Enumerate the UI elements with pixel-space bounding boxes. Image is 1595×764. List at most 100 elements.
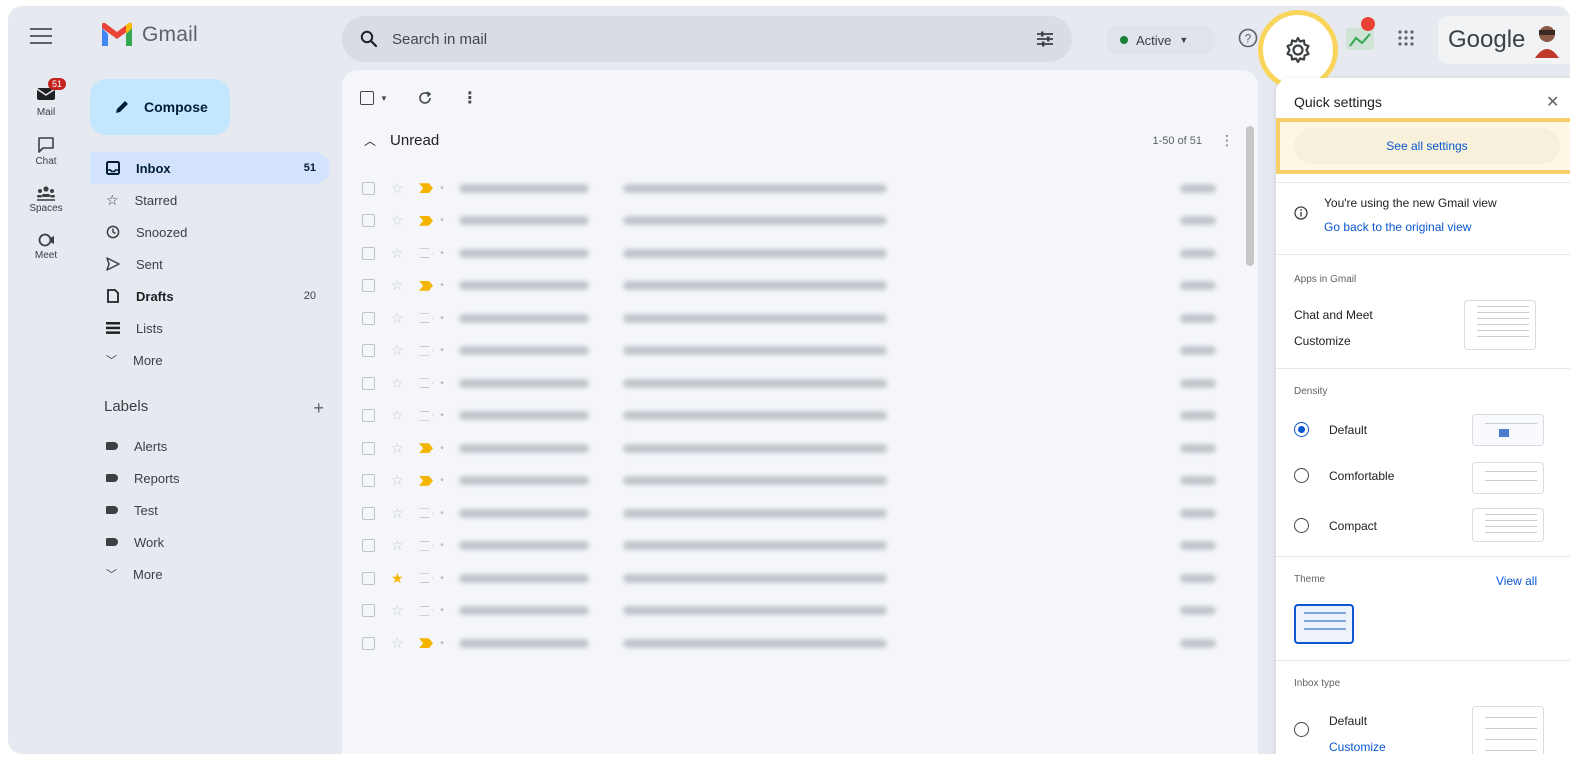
important-marker-icon[interactable] xyxy=(419,540,433,551)
table-row[interactable]: ☆ • xyxy=(342,367,1234,400)
rail-spaces[interactable]: Spaces xyxy=(18,185,74,214)
star-icon[interactable]: ☆ xyxy=(391,505,405,522)
compose-button[interactable]: Compose xyxy=(90,79,230,135)
rail-meet[interactable]: Meet xyxy=(18,232,74,261)
see-all-settings-button[interactable]: See all settings xyxy=(1294,128,1560,164)
radio-unselected[interactable] xyxy=(1294,722,1309,737)
row-checkbox[interactable] xyxy=(362,571,375,585)
nav-sent[interactable]: Sent xyxy=(90,248,330,280)
important-marker-icon[interactable] xyxy=(419,248,433,259)
nav-drafts[interactable]: Drafts 20 xyxy=(90,280,330,312)
star-icon[interactable]: ☆ xyxy=(391,212,405,229)
table-row[interactable]: ☆ • xyxy=(342,237,1234,270)
row-checkbox[interactable] xyxy=(362,441,375,455)
label-item-alerts[interactable]: Alerts xyxy=(90,430,330,462)
table-row[interactable]: ☆ • xyxy=(342,172,1234,205)
table-row[interactable]: ☆ • xyxy=(342,595,1234,628)
row-checkbox[interactable] xyxy=(362,506,375,520)
density-option-default[interactable]: Default xyxy=(1294,422,1367,437)
table-row[interactable]: ☆ • xyxy=(342,205,1234,238)
row-checkbox[interactable] xyxy=(362,474,375,488)
important-marker-icon[interactable] xyxy=(419,183,433,194)
important-marker-icon[interactable] xyxy=(419,573,433,584)
star-icon[interactable]: ☆ xyxy=(391,180,405,197)
star-icon[interactable]: ☆ xyxy=(391,245,405,262)
important-marker-icon[interactable] xyxy=(419,313,433,324)
refresh-icon[interactable] xyxy=(418,91,432,105)
row-checkbox[interactable] xyxy=(362,344,375,358)
add-label-icon[interactable]: + xyxy=(313,398,324,419)
star-icon[interactable]: ☆ xyxy=(391,440,405,457)
nav-inbox[interactable]: Inbox 51 xyxy=(90,152,330,184)
important-marker-icon[interactable] xyxy=(419,280,433,291)
original-view-link[interactable]: Go back to the original view xyxy=(1324,220,1497,234)
star-icon[interactable]: ☆ xyxy=(391,537,405,554)
google-account-button[interactable]: Google xyxy=(1438,16,1570,64)
important-marker-icon[interactable] xyxy=(419,378,433,389)
inbox-type-default[interactable]: Default Customize xyxy=(1294,714,1386,754)
theme-thumbnail[interactable] xyxy=(1294,604,1354,644)
star-icon[interactable]: ☆ xyxy=(391,277,405,294)
row-checkbox[interactable] xyxy=(362,214,375,228)
table-row[interactable]: ☆ • xyxy=(342,497,1234,530)
density-default-thumbnail[interactable] xyxy=(1472,414,1544,446)
important-marker-icon[interactable] xyxy=(419,605,433,616)
density-compact-thumbnail[interactable] xyxy=(1472,508,1544,542)
nav-lists[interactable]: Lists xyxy=(90,312,330,344)
status-selector[interactable]: Active ▼ xyxy=(1106,25,1216,55)
star-icon[interactable]: ☆ xyxy=(391,375,405,392)
row-checkbox[interactable] xyxy=(362,181,375,195)
inbox-customize-link[interactable]: Customize xyxy=(1329,740,1386,754)
search-icon[interactable] xyxy=(360,30,378,48)
important-marker-icon[interactable] xyxy=(419,215,433,226)
row-checkbox[interactable] xyxy=(362,636,375,650)
row-checkbox[interactable] xyxy=(362,539,375,553)
row-checkbox[interactable] xyxy=(362,409,375,423)
search-input[interactable]: Search in mail xyxy=(392,31,1036,48)
density-option-compact[interactable]: Compact xyxy=(1294,518,1377,533)
density-comfortable-thumbnail[interactable] xyxy=(1472,462,1544,494)
table-row[interactable]: ☆ • xyxy=(342,400,1234,433)
row-checkbox[interactable] xyxy=(362,279,375,293)
view-all-themes-link[interactable]: View all xyxy=(1496,574,1537,588)
star-icon[interactable]: ☆ xyxy=(391,310,405,327)
row-checkbox[interactable] xyxy=(362,604,375,618)
rail-mail[interactable]: 51 Mail xyxy=(18,78,74,118)
list-scrollbar[interactable] xyxy=(1246,126,1254,266)
profile-avatar-small[interactable] xyxy=(1342,16,1378,56)
close-icon[interactable]: ✕ xyxy=(1546,92,1559,112)
row-checkbox[interactable] xyxy=(362,311,375,325)
search-bar[interactable]: Search in mail xyxy=(342,16,1072,62)
main-menu-icon[interactable] xyxy=(30,28,52,46)
table-row[interactable]: ☆ • xyxy=(342,465,1234,498)
important-marker-icon[interactable] xyxy=(419,638,433,649)
radio-unselected[interactable] xyxy=(1294,468,1309,483)
table-row[interactable]: ☆ • xyxy=(342,335,1234,368)
row-checkbox[interactable] xyxy=(362,376,375,390)
star-icon[interactable]: ★ xyxy=(391,570,405,587)
density-option-comfortable[interactable]: Comfortable xyxy=(1294,468,1394,483)
labels-more[interactable]: ﹀ More xyxy=(90,558,330,590)
table-row[interactable]: ★ • xyxy=(342,562,1234,595)
important-marker-icon[interactable] xyxy=(419,475,433,486)
table-row[interactable]: ☆ • xyxy=(342,270,1234,303)
google-apps-icon[interactable] xyxy=(1398,30,1414,46)
label-item-test[interactable]: Test xyxy=(90,494,330,526)
radio-selected[interactable] xyxy=(1294,422,1309,437)
row-checkbox[interactable] xyxy=(362,246,375,260)
nav-snoozed[interactable]: Snoozed xyxy=(90,216,330,248)
search-options-icon[interactable] xyxy=(1036,31,1054,47)
important-marker-icon[interactable] xyxy=(419,443,433,454)
table-row[interactable]: ☆ • xyxy=(342,302,1234,335)
important-marker-icon[interactable] xyxy=(419,410,433,421)
star-icon[interactable]: ☆ xyxy=(391,635,405,652)
star-icon[interactable]: ☆ xyxy=(391,407,405,424)
label-item-reports[interactable]: Reports xyxy=(90,462,330,494)
star-icon[interactable]: ☆ xyxy=(391,472,405,489)
more-options-icon[interactable]: ⋮ xyxy=(462,88,478,108)
customize-apps-link[interactable]: Customize xyxy=(1294,334,1351,348)
star-icon[interactable]: ☆ xyxy=(391,342,405,359)
select-all-checkbox[interactable]: ▼ xyxy=(360,91,388,105)
inbox-type-thumbnail[interactable] xyxy=(1472,706,1544,754)
table-row[interactable]: ☆ • xyxy=(342,530,1234,563)
